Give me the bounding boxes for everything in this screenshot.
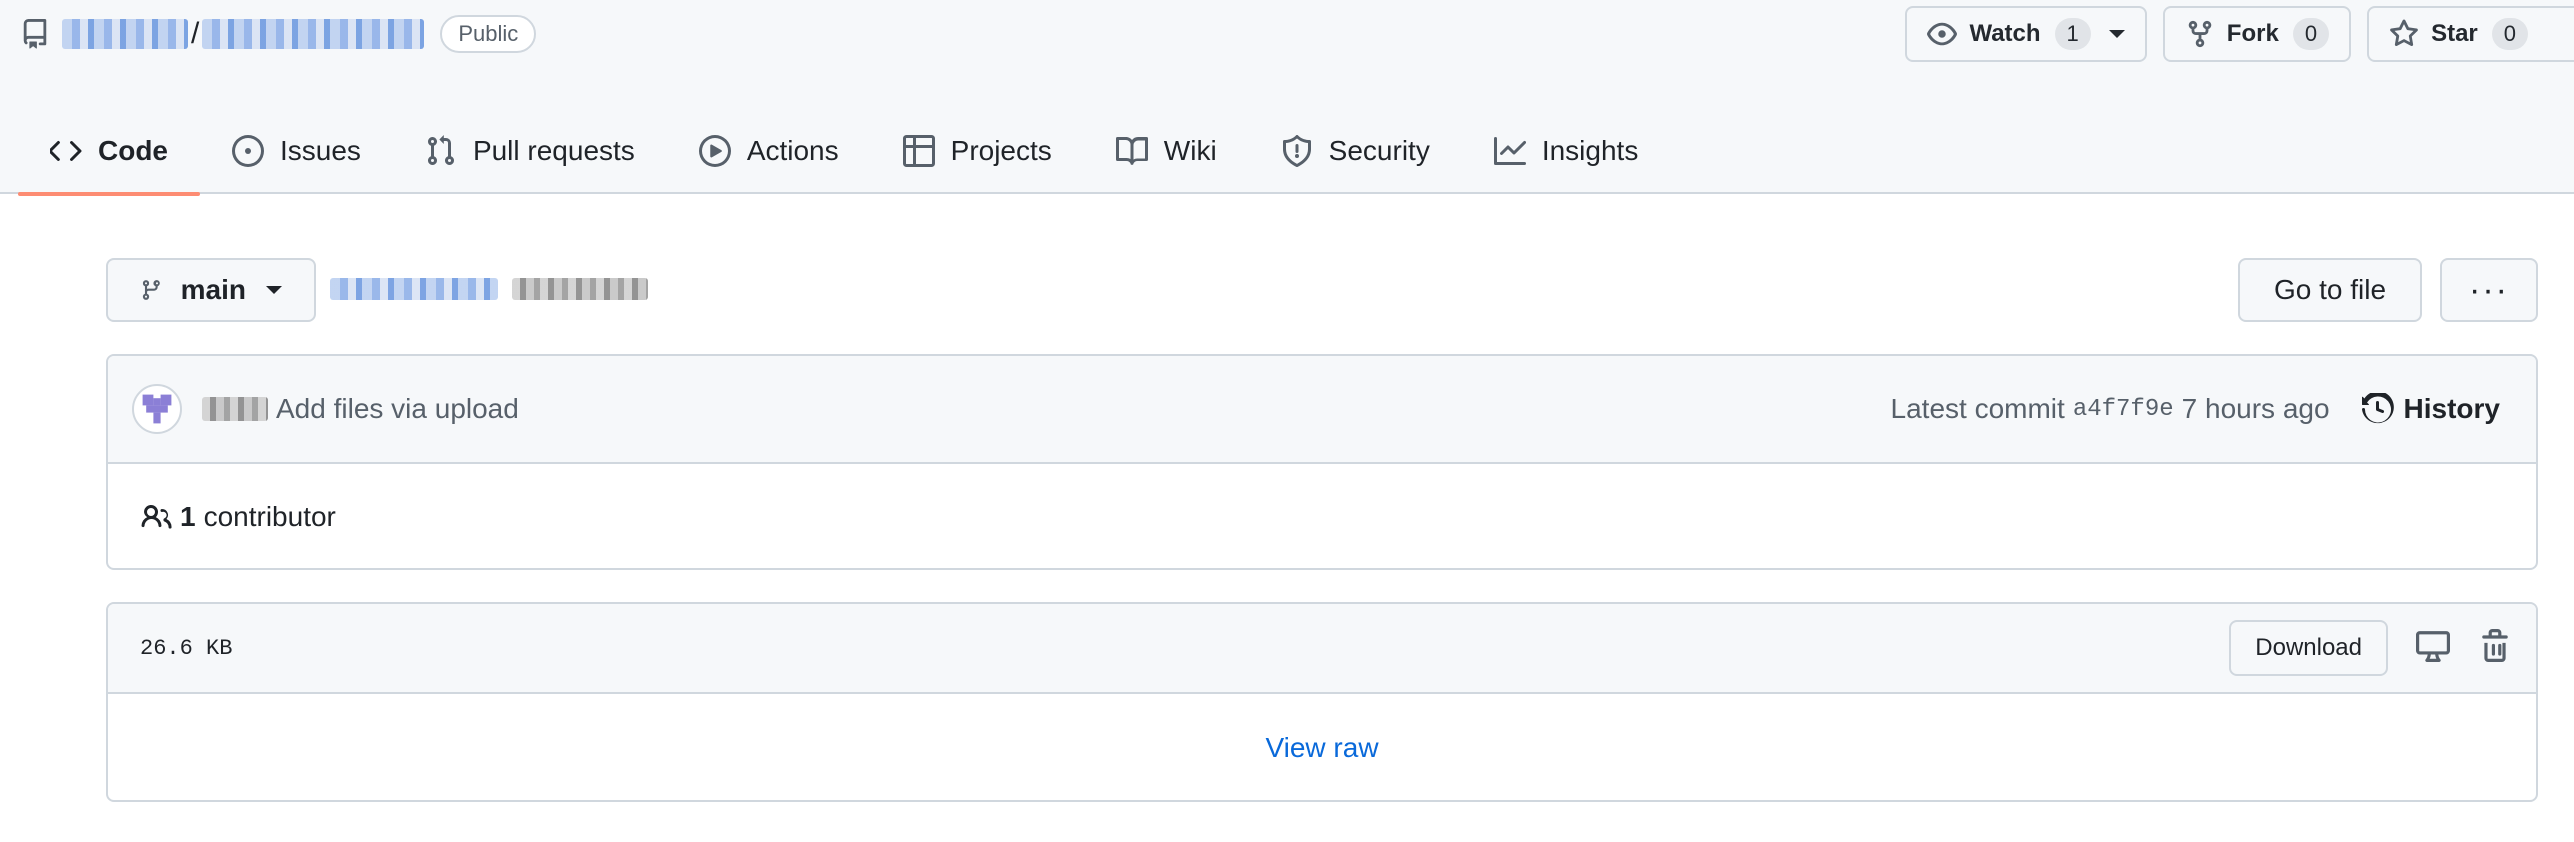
repo-forked-icon xyxy=(2188,20,2212,48)
tab-label: Wiki xyxy=(1163,135,1217,166)
tab-label: Pull requests xyxy=(472,135,635,166)
repo-nav-tabs: Code Issues Pull requests Actions Projec… xyxy=(18,108,1671,196)
star-count: 0 xyxy=(2491,18,2528,50)
file-size: 26.6 KB xyxy=(140,635,233,661)
commit-time: 7 hours ago xyxy=(2181,393,2330,424)
people-icon xyxy=(141,504,172,529)
history-icon xyxy=(2361,393,2394,424)
table-icon xyxy=(902,135,935,167)
play-icon xyxy=(698,135,731,167)
more-options-button[interactable]: ··· xyxy=(2440,258,2538,322)
trash-icon xyxy=(2482,628,2508,662)
watch-label: Watch xyxy=(1969,20,2041,47)
tab-issues[interactable]: Issues xyxy=(200,108,393,194)
contributors-row[interactable]: 1 contributor xyxy=(108,464,2536,568)
fork-button[interactable]: Fork 0 xyxy=(2162,6,2352,62)
breadcrumb-repo-link[interactable] xyxy=(330,278,498,300)
avatar[interactable] xyxy=(132,384,182,434)
history-label: History xyxy=(2403,393,2500,424)
view-raw-link[interactable]: View raw xyxy=(1265,732,1378,764)
branch-selector[interactable]: main xyxy=(106,258,316,322)
repo-actions: Watch 1 Fork 0 Star 0 xyxy=(1905,6,2574,62)
tab-label: Insights xyxy=(1541,135,1639,166)
git-branch-icon xyxy=(142,280,160,300)
star-label: Star xyxy=(2431,20,2478,47)
star-icon xyxy=(2390,19,2418,46)
graph-icon xyxy=(1493,137,1526,165)
file-viewer: 26.6 KB Download View raw xyxy=(106,602,2538,802)
git-pull-request-icon xyxy=(427,135,454,166)
tab-insights[interactable]: Insights xyxy=(1462,108,1671,194)
repo-icon xyxy=(23,19,47,49)
desktop-button[interactable] xyxy=(2416,629,2450,668)
tab-projects[interactable]: Projects xyxy=(871,108,1084,194)
file-header: 26.6 KB Download xyxy=(108,604,2536,694)
file-actions: Download xyxy=(2229,620,2512,676)
tab-label: Security xyxy=(1328,135,1430,166)
delete-button[interactable] xyxy=(2478,628,2512,668)
commit-message[interactable]: Add files via upload xyxy=(276,393,519,425)
history-link[interactable]: History xyxy=(2361,393,2500,425)
download-button[interactable]: Download xyxy=(2229,620,2388,676)
tab-label: Actions xyxy=(746,135,839,166)
tab-security[interactable]: Security xyxy=(1249,108,1462,194)
commit-box: Add files via upload Latest commit a4f7f… xyxy=(106,354,2538,570)
fork-count: 0 xyxy=(2292,18,2330,50)
breadcrumb-file-name xyxy=(512,278,648,300)
repo-owner-link[interactable] xyxy=(62,19,188,49)
book-icon xyxy=(1115,137,1148,165)
tab-actions[interactable]: Actions xyxy=(667,108,871,194)
chevron-down-icon xyxy=(2108,30,2125,38)
commit-author-link[interactable] xyxy=(202,397,268,421)
repo-header: / Public Watch 1 Fork 0 Star 0 Code Issu… xyxy=(0,0,2574,196)
repo-title: / Public xyxy=(20,10,537,58)
tab-pull-requests[interactable]: Pull requests xyxy=(393,108,667,194)
file-breadcrumb xyxy=(330,278,648,300)
shield-icon xyxy=(1282,135,1311,167)
code-icon xyxy=(50,141,82,161)
visibility-badge: Public xyxy=(440,15,537,53)
tab-code[interactable]: Code xyxy=(18,108,200,196)
chevron-down-icon xyxy=(266,286,282,294)
repo-separator: / xyxy=(191,17,200,50)
contributor-label: contributor xyxy=(203,501,336,532)
branch-name: main xyxy=(180,274,246,305)
commit-meta: Latest commit a4f7f9e 7 hours ago Histor… xyxy=(1891,393,2500,425)
file-body: View raw xyxy=(108,694,2536,800)
fork-label: Fork xyxy=(2226,20,2279,47)
identicon-icon xyxy=(142,394,172,424)
latest-commit-label: Latest commit xyxy=(1890,393,2065,424)
repo-name-link[interactable] xyxy=(202,19,425,49)
tab-label: Issues xyxy=(280,135,361,166)
commit-sha-link[interactable]: a4f7f9e xyxy=(2073,396,2174,423)
tab-wiki[interactable]: Wiki xyxy=(1084,108,1249,194)
star-button[interactable]: Star 0 xyxy=(2367,6,2574,62)
watch-count: 1 xyxy=(2054,18,2091,50)
contributor-count: 1 xyxy=(180,501,196,532)
issue-opened-icon xyxy=(232,135,264,167)
tab-label: Code xyxy=(98,135,168,166)
latest-commit-row: Add files via upload Latest commit a4f7f… xyxy=(108,356,2536,464)
eye-icon xyxy=(1927,22,1958,46)
device-desktop-icon xyxy=(2416,630,2450,662)
kebab-horizontal-icon: ··· xyxy=(2469,270,2509,309)
watch-button[interactable]: Watch 1 xyxy=(1905,6,2147,62)
go-to-file-button[interactable]: Go to file xyxy=(2238,258,2422,322)
tab-label: Projects xyxy=(950,135,1052,166)
